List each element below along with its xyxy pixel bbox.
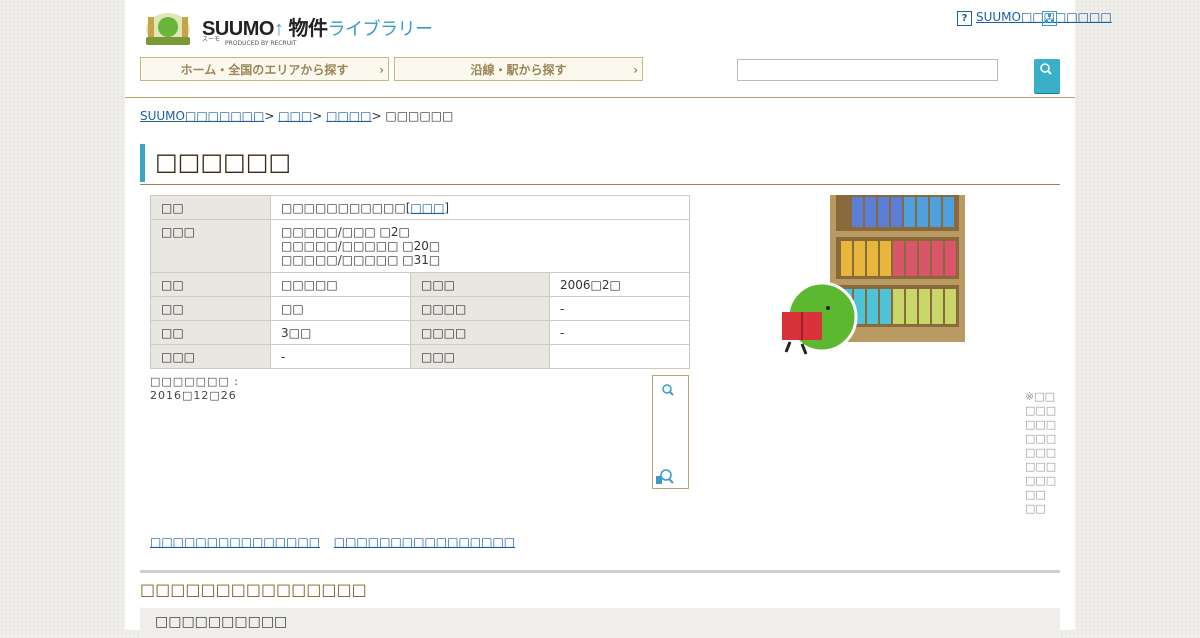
cell-label: □□□□ [410,320,550,345]
chevron-right-icon: › [379,63,384,77]
map-link[interactable]: □□□ [410,201,444,215]
breadcrumb-separator: > [371,109,386,123]
table-row: □□□ - □□□ [150,344,691,369]
search-input[interactable] [737,59,998,81]
breadcrumb-separator: > [312,109,327,123]
logo-library: ライブラリー [327,19,434,39]
search-button[interactable] [1034,59,1060,93]
note-line: □□□ [1025,418,1057,431]
help-link[interactable]: SUUMO□□□□□□□□ [976,10,1112,25]
access-line: □□□□□/□□□ □2□ [281,225,410,239]
panel-title: □□□□□□□□□□ [155,614,288,630]
related-link-1[interactable]: □□□□□□□□□□□□□□□ [150,535,320,549]
note-line: □□□ [1025,446,1057,459]
address-tail: ] [444,201,450,215]
cell-label: □□□ [150,344,271,369]
reading-mascot [782,281,858,355]
cell-label: □□□□ [410,296,550,321]
section-title: □□□□□□□□□□□□□□□ [140,580,367,599]
breadcrumb: SUUMO□□□□□□□> □□□> □□□□> □□□□□□ [140,109,453,123]
related-links: □□□□□□□□□□□□□□□ □□□□□□□□□□□□□□□□ [150,535,515,549]
table-row: □□ □□□□□□□□□□□[□□□] [150,195,690,220]
updated-info: □□□□□□□ : 2016□12□26 [150,375,239,403]
zoom-in-icon[interactable] [661,383,675,397]
access-line: □□□□□/□□□□□ □20□ [281,239,441,253]
cell-value: - [548,296,691,321]
breadcrumb-level2[interactable]: □□□□ [326,109,371,123]
cell-value: 2006□2□ [548,272,691,297]
logo-bukken: 物件 [288,18,329,40]
updated-date: 2016□12□26 [150,389,237,402]
chevron-right-icon: › [633,63,638,77]
cell-value [548,344,691,369]
title-accent-bar [140,144,145,182]
table-row: □□□ □□□□□/□□□ □2□ □□□□□/□□□□□ □20□ □□□□□… [150,219,690,273]
cell-label: □□ [150,296,271,321]
zoom-out-icon[interactable] [655,466,675,486]
cell-label: □□□ [410,344,550,369]
note-line: □□□ [1025,460,1057,473]
updated-label: □□□□□□□ : [150,375,239,388]
address-value: □□□□□□□□□□□[□□□] [270,195,690,220]
site-logo[interactable]: SUUMO↑ 物件ライブラリー [202,12,433,41]
cell-label: □□ [150,320,271,345]
produced-by: PRODUCED BY RECRUIT [225,40,297,47]
breadcrumb-separator: > [264,109,279,123]
cell-value: □□ [270,296,411,321]
area-search-button[interactable]: ホーム・全国のエリアから探す › [140,57,389,81]
side-note: ※□□ □□□ □□□ □□□ □□□ □□□ □□□ □□ □□ [1025,390,1057,516]
note-line: □□□ [1025,474,1057,487]
note-line: □□ [1025,502,1046,515]
cell-value: 3□□ [270,320,411,345]
table-row: □□ 3□□ □□□□ - [150,320,691,345]
page: SUUMO↑ 物件ライブラリー スーモ PRODUCED BY RECRUIT … [125,0,1112,638]
address-label: □□ [150,195,271,220]
related-link-2[interactable]: □□□□□□□□□□□□□□□□ [334,535,515,549]
breadcrumb-current: □□□□□□ [385,109,454,123]
cell-label: □□ [150,272,271,297]
station-search-button[interactable]: 沿線・駅から探す › [394,57,643,81]
access-value: □□□□□/□□□ □2□ □□□□□/□□□□□ □20□ □□□□□/□□□… [270,219,690,273]
cell-value: □□□□□ [270,272,411,297]
library-logo-badge[interactable] [140,9,196,47]
cell-value: - [548,320,691,345]
note-line: □□□ [1025,404,1057,417]
table-row: □□ □□□□□ □□□ 2006□2□ [150,272,691,297]
title-divider [140,184,1060,185]
section-panel: □□□□□□□□□□ [140,608,1060,638]
note-line: □□ [1025,488,1046,501]
table-row: □□ □□ □□□□ - [150,296,691,321]
header-divider [125,97,1075,98]
map-zoom-panel [652,375,689,489]
breadcrumb-level1[interactable]: □□□ [278,109,312,123]
search-icon [1040,63,1052,75]
access-line: □□□□□/□□□□□ □31□ [281,253,441,267]
property-info-table: □□ □□□□□□□□□□□[□□□] □□□ □□□□□/□□□ □2□ □□… [150,195,691,369]
cell-value: - [270,344,411,369]
station-search-label: 沿線・駅から探す [470,63,567,77]
sitemap-icon[interactable] [1042,11,1057,26]
area-search-label: ホーム・全国のエリアから探す [180,63,349,77]
help-icon[interactable]: ? [957,11,972,26]
logo-kana: スーモ [202,36,221,43]
section-divider [140,570,1060,573]
access-label: □□□ [150,219,271,273]
note-line: □□□ [1025,432,1057,445]
cell-label: □□□ [410,272,550,297]
address-text: □□□□□□□□□□□[ [281,201,411,215]
page-title: □□□□□□ [155,148,292,176]
note-line: ※□□ [1025,390,1056,403]
breadcrumb-home[interactable]: SUUMO□□□□□□□ [140,109,264,123]
